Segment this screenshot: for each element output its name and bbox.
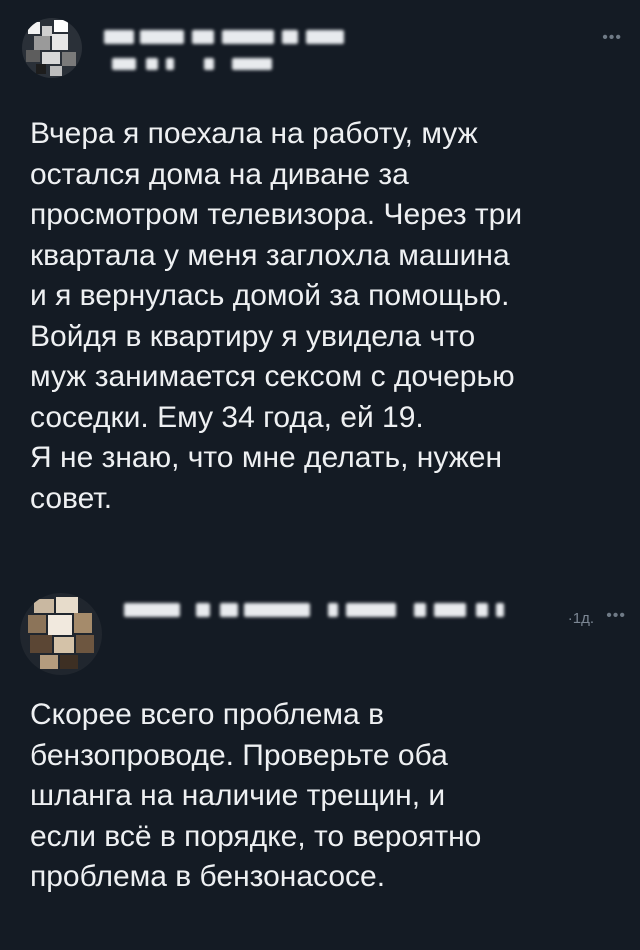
post-text: Вчера я поехала на работу, муж остался д… [30, 114, 630, 519]
post-timestamp: ·1д. [567, 610, 594, 627]
post-text-line: муж занимается сексом с дочерью [30, 360, 515, 393]
post-text-line: остался дома на диване за [30, 157, 409, 191]
user-avatar[interactable] [22, 18, 82, 78]
post-text-line: просмотром телевизора. Через три [30, 198, 523, 231]
post-text-line: если всё в порядке, то вероятно [30, 819, 482, 853]
more-horizontal-icon[interactable]: ••• [602, 30, 622, 46]
post-text-line: совет. [30, 481, 113, 515]
user-avatar[interactable] [20, 593, 102, 675]
post-text: Скорее всего проблема в бензопроводе. Пр… [30, 695, 630, 898]
post-text-line: Скорее всего проблема в [30, 698, 385, 731]
post-text-line: Я не знаю, что мне делать, нужен [30, 441, 503, 474]
post-text-line: проблема в бензонасосе. [30, 860, 386, 893]
more-horizontal-icon[interactable]: ••• [606, 608, 626, 624]
author-name-redacted [124, 603, 544, 617]
author-handle-redacted [112, 58, 292, 70]
post: ••• Вчера я поехала на работу, муж остал… [0, 0, 640, 560]
post-text-line: и я вернулась домой за помощью. [30, 279, 510, 312]
post-text-line: соседки. Ему 34 года, ей 19. [30, 400, 424, 434]
post-text-line: бензопроводе. Проверьте оба [30, 738, 448, 772]
post-text-line: шланга на наличие трещин, и [30, 779, 446, 812]
author-name-redacted [104, 30, 344, 44]
post-text-line: Вчера я поехала на работу, муж [30, 117, 478, 150]
reply-post: ·1д. ••• Скорее всего проблема в бензопр… [0, 575, 640, 950]
post-text-line: квартала у меня заглохла машина [30, 238, 510, 272]
post-text-line: Войдя в квартиру я увидела что [30, 319, 476, 353]
